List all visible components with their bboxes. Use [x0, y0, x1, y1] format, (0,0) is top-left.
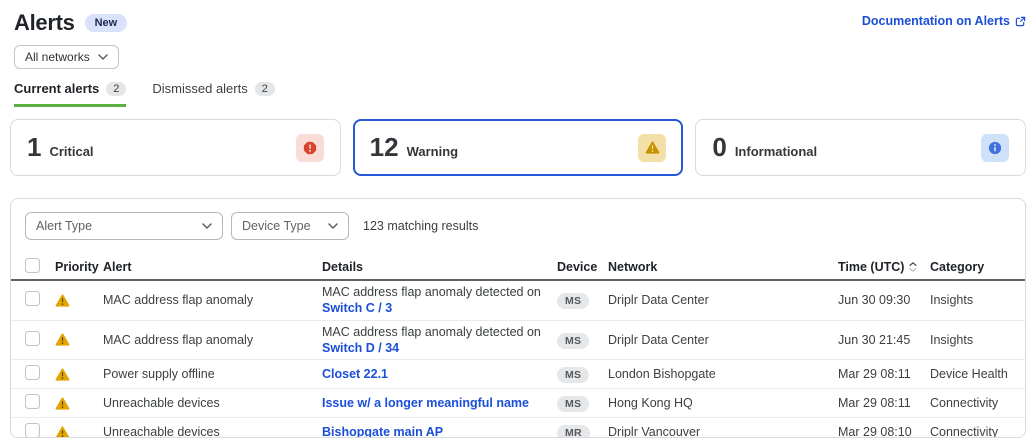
- informational-card[interactable]: 0 Informational: [695, 119, 1026, 176]
- informational-label: Informational: [735, 144, 817, 159]
- network-name: Hong Kong HQ: [608, 396, 838, 410]
- critical-count: 1: [27, 132, 41, 163]
- col-time-label: Time (UTC): [838, 260, 904, 274]
- network-selector-label: All networks: [25, 50, 90, 64]
- alerts-table-panel: Alert Type Device Type 123 matching resu…: [10, 198, 1026, 438]
- row-checkbox[interactable]: [25, 365, 40, 380]
- alert-time: Mar 29 08:11: [838, 367, 930, 381]
- table-row: Power supply offline Closet 22.1 MS Lond…: [11, 360, 1025, 389]
- summary-cards: 1 Critical 12 Warning 0 Informational: [10, 119, 1026, 176]
- warning-triangle-icon: [55, 294, 103, 307]
- alerts-tabs: Current alerts 2 Dismissed alerts 2: [14, 81, 1036, 107]
- alert-type-select[interactable]: Alert Type: [25, 212, 223, 240]
- documentation-link-label: Documentation on Alerts: [862, 14, 1010, 28]
- warning-triangle-icon: [55, 397, 103, 410]
- col-details[interactable]: Details: [322, 260, 557, 274]
- tab-dismissed-alerts-label: Dismissed alerts: [152, 81, 247, 96]
- warning-card[interactable]: 12 Warning: [353, 119, 684, 176]
- col-device[interactable]: Device: [557, 260, 608, 274]
- sort-arrows-icon: [909, 262, 917, 272]
- alert-name: MAC address flap anomaly: [103, 333, 322, 347]
- details-text: MAC address flap anomaly detected on: [322, 324, 557, 340]
- table-row: Unreachable devices Bishopgate main AP M…: [11, 418, 1025, 438]
- row-checkbox[interactable]: [25, 331, 40, 346]
- tab-current-alerts-count: 2: [106, 82, 126, 96]
- alert-name: Power supply offline: [103, 367, 322, 381]
- matching-results-text: 123 matching results: [363, 219, 478, 233]
- alert-category: Insights: [930, 333, 1011, 347]
- alert-type-select-label: Alert Type: [36, 219, 92, 233]
- chevron-down-icon: [98, 54, 108, 60]
- table-header: Priority Alert Details Device Network Ti…: [11, 254, 1025, 281]
- informational-count: 0: [712, 132, 726, 163]
- warning-triangle-icon: [55, 333, 103, 346]
- col-alert[interactable]: Alert: [103, 260, 322, 274]
- tab-dismissed-alerts[interactable]: Dismissed alerts 2: [152, 81, 274, 107]
- warning-label: Warning: [407, 144, 459, 159]
- row-checkbox[interactable]: [25, 423, 40, 438]
- warning-triangle-icon: [638, 134, 666, 162]
- alert-name: Unreachable devices: [103, 425, 322, 438]
- col-network[interactable]: Network: [608, 260, 838, 274]
- details-link[interactable]: Closet 22.1: [322, 366, 388, 382]
- external-link-icon: [1015, 16, 1026, 27]
- info-circle-icon: [981, 134, 1009, 162]
- table-row: Unreachable devices Issue w/ a longer me…: [11, 389, 1025, 418]
- warning-triangle-icon: [55, 368, 103, 381]
- alert-category: Device Health: [930, 367, 1011, 381]
- tab-dismissed-alerts-count: 2: [255, 82, 275, 96]
- alert-name: Unreachable devices: [103, 396, 322, 410]
- row-checkbox[interactable]: [25, 394, 40, 409]
- network-name: London Bishopgate: [608, 367, 838, 381]
- device-badge: MS: [557, 333, 589, 349]
- col-time[interactable]: Time (UTC): [838, 260, 930, 274]
- details-link[interactable]: Bishopgate main AP: [322, 424, 443, 438]
- documentation-link[interactable]: Documentation on Alerts: [862, 14, 1026, 28]
- critical-octagon-icon: [296, 134, 324, 162]
- details-link[interactable]: Switch D / 34: [322, 340, 399, 356]
- network-selector[interactable]: All networks: [14, 45, 119, 69]
- table-row: MAC address flap anomaly MAC address fla…: [11, 321, 1025, 361]
- alert-category: Insights: [930, 293, 1011, 307]
- alert-time: Mar 29 08:11: [838, 396, 930, 410]
- warning-count: 12: [370, 132, 399, 163]
- tab-current-alerts[interactable]: Current alerts 2: [14, 81, 126, 107]
- tab-current-alerts-label: Current alerts: [14, 81, 99, 96]
- alert-time: Jun 30 21:45: [838, 333, 930, 347]
- select-all-checkbox[interactable]: [25, 258, 40, 273]
- page-header: Alerts New Documentation on Alerts: [0, 0, 1036, 36]
- critical-label: Critical: [49, 144, 93, 159]
- details-link[interactable]: Switch C / 3: [322, 300, 392, 316]
- col-priority[interactable]: Priority: [55, 260, 103, 274]
- col-category[interactable]: Category: [930, 260, 1011, 274]
- device-badge: MS: [557, 396, 589, 412]
- device-badge: MS: [557, 367, 589, 383]
- new-badge: New: [85, 14, 128, 32]
- table-row: MAC address flap anomaly MAC address fla…: [11, 281, 1025, 321]
- alert-time: Jun 30 09:30: [838, 293, 930, 307]
- network-name: Driplr Data Center: [608, 293, 838, 307]
- device-type-select-label: Device Type: [242, 219, 311, 233]
- critical-card[interactable]: 1 Critical: [10, 119, 341, 176]
- alert-category: Connectivity: [930, 396, 1011, 410]
- device-badge: MS: [557, 293, 589, 309]
- warning-triangle-icon: [55, 426, 103, 438]
- alert-time: Mar 29 08:10: [838, 425, 930, 438]
- alert-name: MAC address flap anomaly: [103, 293, 322, 307]
- device-type-select[interactable]: Device Type: [231, 212, 349, 240]
- filter-row: Alert Type Device Type 123 matching resu…: [11, 199, 1025, 252]
- chevron-down-icon: [202, 223, 212, 229]
- network-name: Driplr Data Center: [608, 333, 838, 347]
- page-title: Alerts: [14, 10, 75, 36]
- details-link[interactable]: Issue w/ a longer meaningful name: [322, 395, 529, 411]
- alert-category: Connectivity: [930, 425, 1011, 438]
- row-checkbox[interactable]: [25, 291, 40, 306]
- network-name: Driplr Vancouver: [608, 425, 838, 438]
- details-text: MAC address flap anomaly detected on: [322, 284, 557, 300]
- device-badge: MR: [557, 425, 590, 438]
- chevron-down-icon: [328, 223, 338, 229]
